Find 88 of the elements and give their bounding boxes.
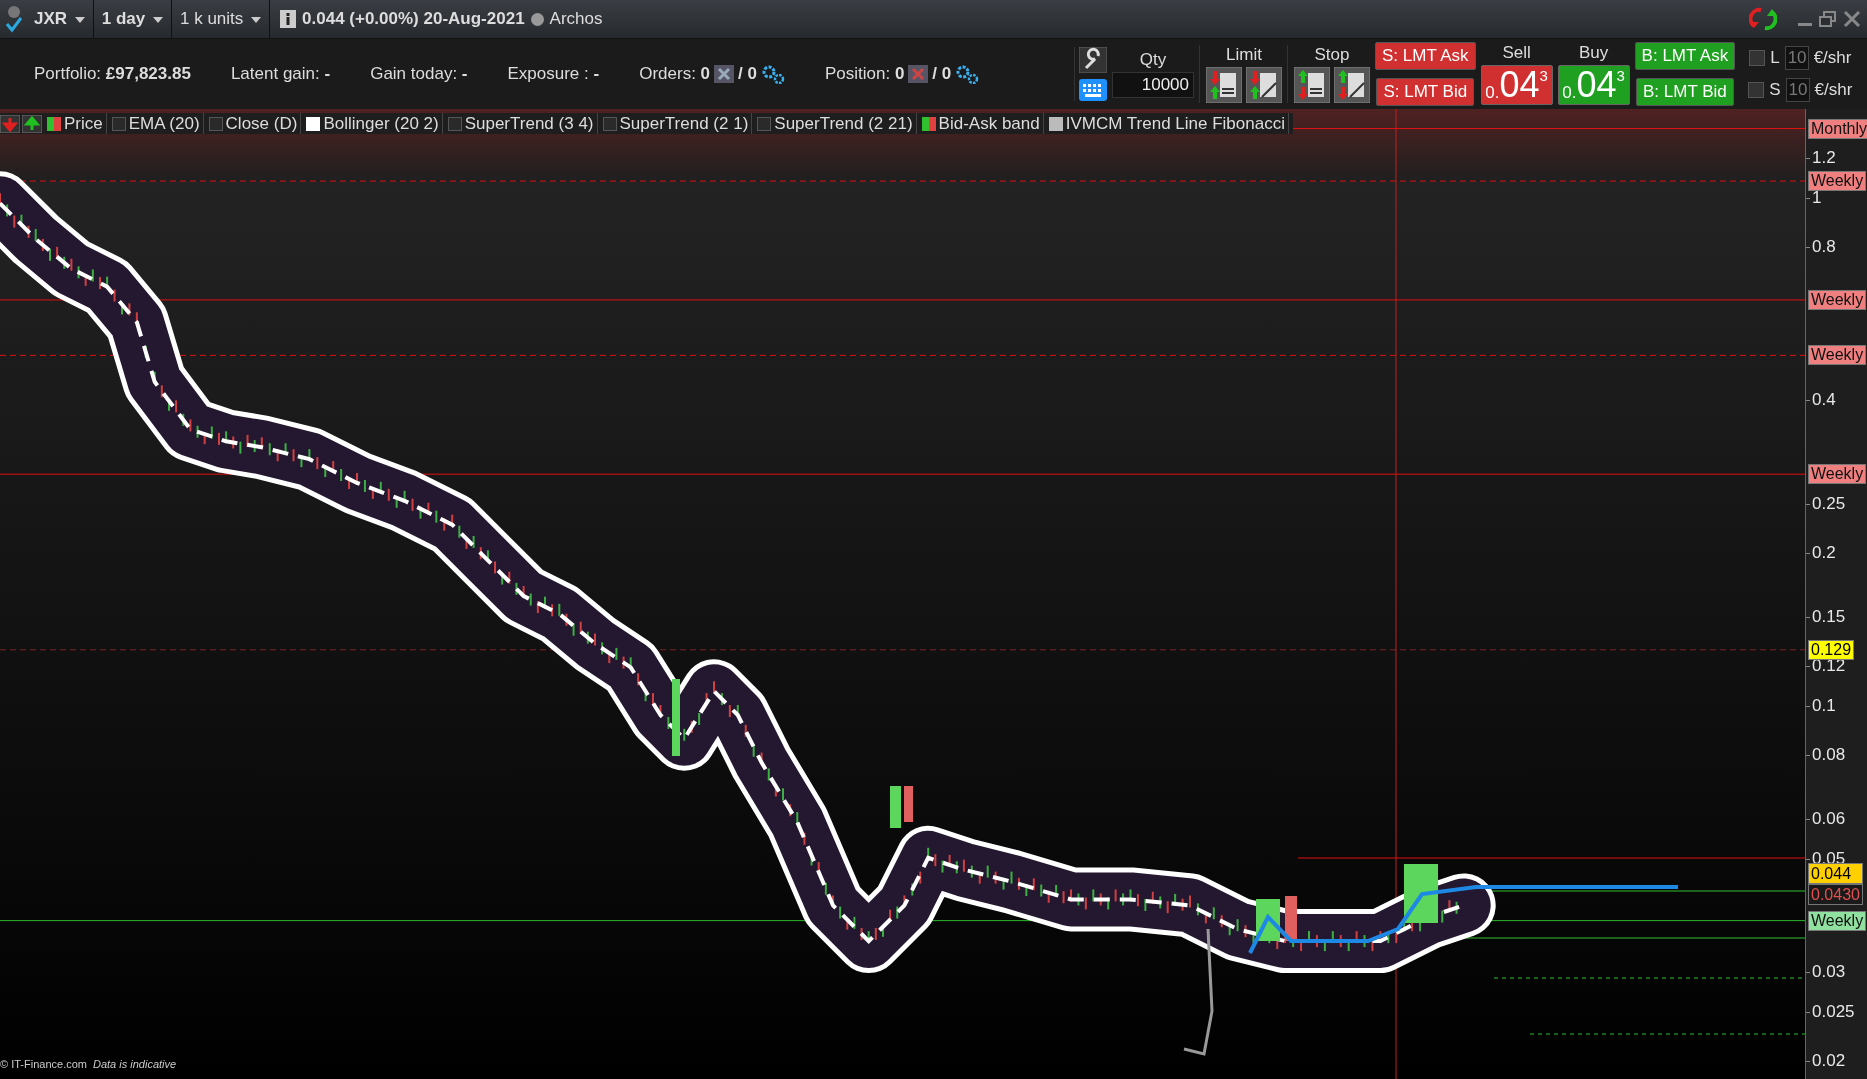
- price-level-tag: Weekly: [1808, 171, 1867, 191]
- wrench-icon[interactable]: [1079, 47, 1107, 73]
- symbol-dropdown[interactable]: JXR: [26, 0, 94, 38]
- orders-count: / 0: [738, 64, 757, 84]
- exposure-text: Exposure : -: [507, 64, 600, 84]
- caret-icon: [251, 16, 262, 23]
- checkbox[interactable]: [1748, 82, 1765, 98]
- limit-order-icon[interactable]: [1246, 67, 1282, 103]
- candle: [1285, 896, 1297, 941]
- qty-field[interactable]: 10000: [1112, 72, 1194, 98]
- info-icon[interactable]: [280, 10, 297, 28]
- qty-label: Qty: [1139, 50, 1167, 70]
- axis-label: 0.4: [1812, 390, 1836, 411]
- price-level-tag: Weekly: [1808, 910, 1867, 931]
- price-level-tag: Weekly: [1808, 345, 1867, 366]
- scroll-up-icon[interactable]: [22, 114, 42, 133]
- unit-label: €/shr: [1814, 80, 1853, 100]
- status-dot-icon: [530, 12, 544, 26]
- close-position-icon[interactable]: [908, 65, 929, 83]
- price-tag: 0.044: [1808, 863, 1863, 885]
- indicator-toggle[interactable]: SuperTrend (2 1): [599, 113, 753, 134]
- sell-limit-ask-button[interactable]: S: LMT Ask: [1375, 42, 1476, 70]
- indicator-toggle[interactable]: Price: [44, 113, 107, 134]
- sell-limit-bid-button[interactable]: S: LMT Bid: [1376, 78, 1475, 106]
- instrument-name: Archos: [549, 9, 603, 29]
- scroll-down-icon[interactable]: [0, 114, 20, 133]
- price-tag: 0.0430: [1808, 884, 1863, 906]
- axis-label: 1: [1812, 188, 1822, 208]
- limit-label: Limit: [1226, 45, 1262, 65]
- offset-field[interactable]: 10: [1784, 46, 1809, 70]
- axis-label: 0.25: [1812, 493, 1846, 514]
- caret-icon: [74, 16, 85, 23]
- position-count: / 0: [932, 64, 952, 84]
- app-logo-icon: [6, 4, 22, 34]
- unit-label: €/shr: [1813, 48, 1852, 68]
- axis-label: 0.02: [1812, 1051, 1846, 1072]
- source-text: © IT-Finance.com: [0, 1058, 87, 1070]
- restore-icon[interactable]: [1819, 11, 1837, 27]
- axis-label: 0.8: [1812, 237, 1836, 258]
- indicator-toggle[interactable]: Bollinger (20 2): [303, 113, 443, 134]
- offset-label: S: [1769, 80, 1781, 100]
- offset-field[interactable]: 10: [1785, 78, 1810, 102]
- buy-label: Buy: [1578, 43, 1609, 63]
- period-dropdown[interactable]: 1 day: [93, 0, 172, 38]
- price-level-tag: Weekly: [1808, 464, 1867, 485]
- orders-text: Orders: 0: [639, 64, 711, 84]
- caret-icon: [153, 16, 163, 23]
- axis-label: 0.025: [1812, 1001, 1855, 1022]
- price-level-tag: 0.129: [1808, 639, 1855, 660]
- candle: [904, 786, 913, 822]
- quote-text: 0.044 (+0.00%) 20-Aug-2021: [302, 9, 525, 29]
- axis-label: 0.03: [1812, 961, 1846, 982]
- units-dropdown[interactable]: 1 k units: [172, 0, 271, 38]
- close-icon[interactable]: [1843, 10, 1861, 28]
- candle: [890, 786, 901, 828]
- sell-label: Sell: [1502, 43, 1531, 63]
- axis-label: 0.1: [1812, 696, 1836, 716]
- indicator-toggle[interactable]: Close (D): [205, 113, 302, 134]
- checkbox[interactable]: [1749, 50, 1766, 66]
- axis-label: 0.15: [1812, 606, 1846, 627]
- axis-label: 1.2: [1812, 147, 1836, 168]
- gears-icon[interactable]: [955, 64, 980, 84]
- indicator-toggle[interactable]: Bid-Ask band: [918, 113, 1044, 134]
- position-text: Position: 0: [824, 64, 905, 84]
- stop-label: Stop: [1314, 45, 1350, 65]
- indicator-toggle[interactable]: IVMCM Trend Line Fibonacci: [1045, 113, 1289, 134]
- axis-label: 0.08: [1812, 745, 1846, 766]
- indicator-toggle[interactable]: SuperTrend (3 4): [444, 113, 598, 134]
- portfolio-text: Portfolio: £97,823.85: [34, 64, 191, 84]
- offset-label: L: [1770, 48, 1780, 68]
- gain-today-text: Gain today: -: [370, 64, 468, 84]
- cancel-orders-icon[interactable]: [714, 65, 735, 83]
- indicator-toggle[interactable]: EMA (20): [108, 113, 204, 134]
- axis-label: 0.2: [1812, 543, 1836, 564]
- gears-icon[interactable]: [760, 64, 785, 84]
- price-level-tag: Monthly: [1808, 118, 1867, 139]
- stop-order-icon[interactable]: [1334, 67, 1370, 103]
- price-level-tag: Weekly: [1808, 289, 1867, 310]
- keyboard-icon[interactable]: [1079, 79, 1107, 101]
- sell-price-button[interactable]: 0.04$^{3}$: [1480, 65, 1553, 105]
- candle: [1404, 864, 1438, 923]
- indicator-toggle[interactable]: SuperTrend (2 21): [754, 113, 917, 134]
- axis-label: 0.06: [1812, 808, 1846, 829]
- latent-gain-text: Latent gain: -: [230, 64, 331, 84]
- limit-order-icon[interactable]: [1206, 67, 1242, 103]
- disclaimer-text: Data is indicative: [92, 1058, 177, 1070]
- refresh-arrows-icon[interactable]: [1749, 6, 1777, 32]
- stop-order-icon[interactable]: [1294, 67, 1330, 103]
